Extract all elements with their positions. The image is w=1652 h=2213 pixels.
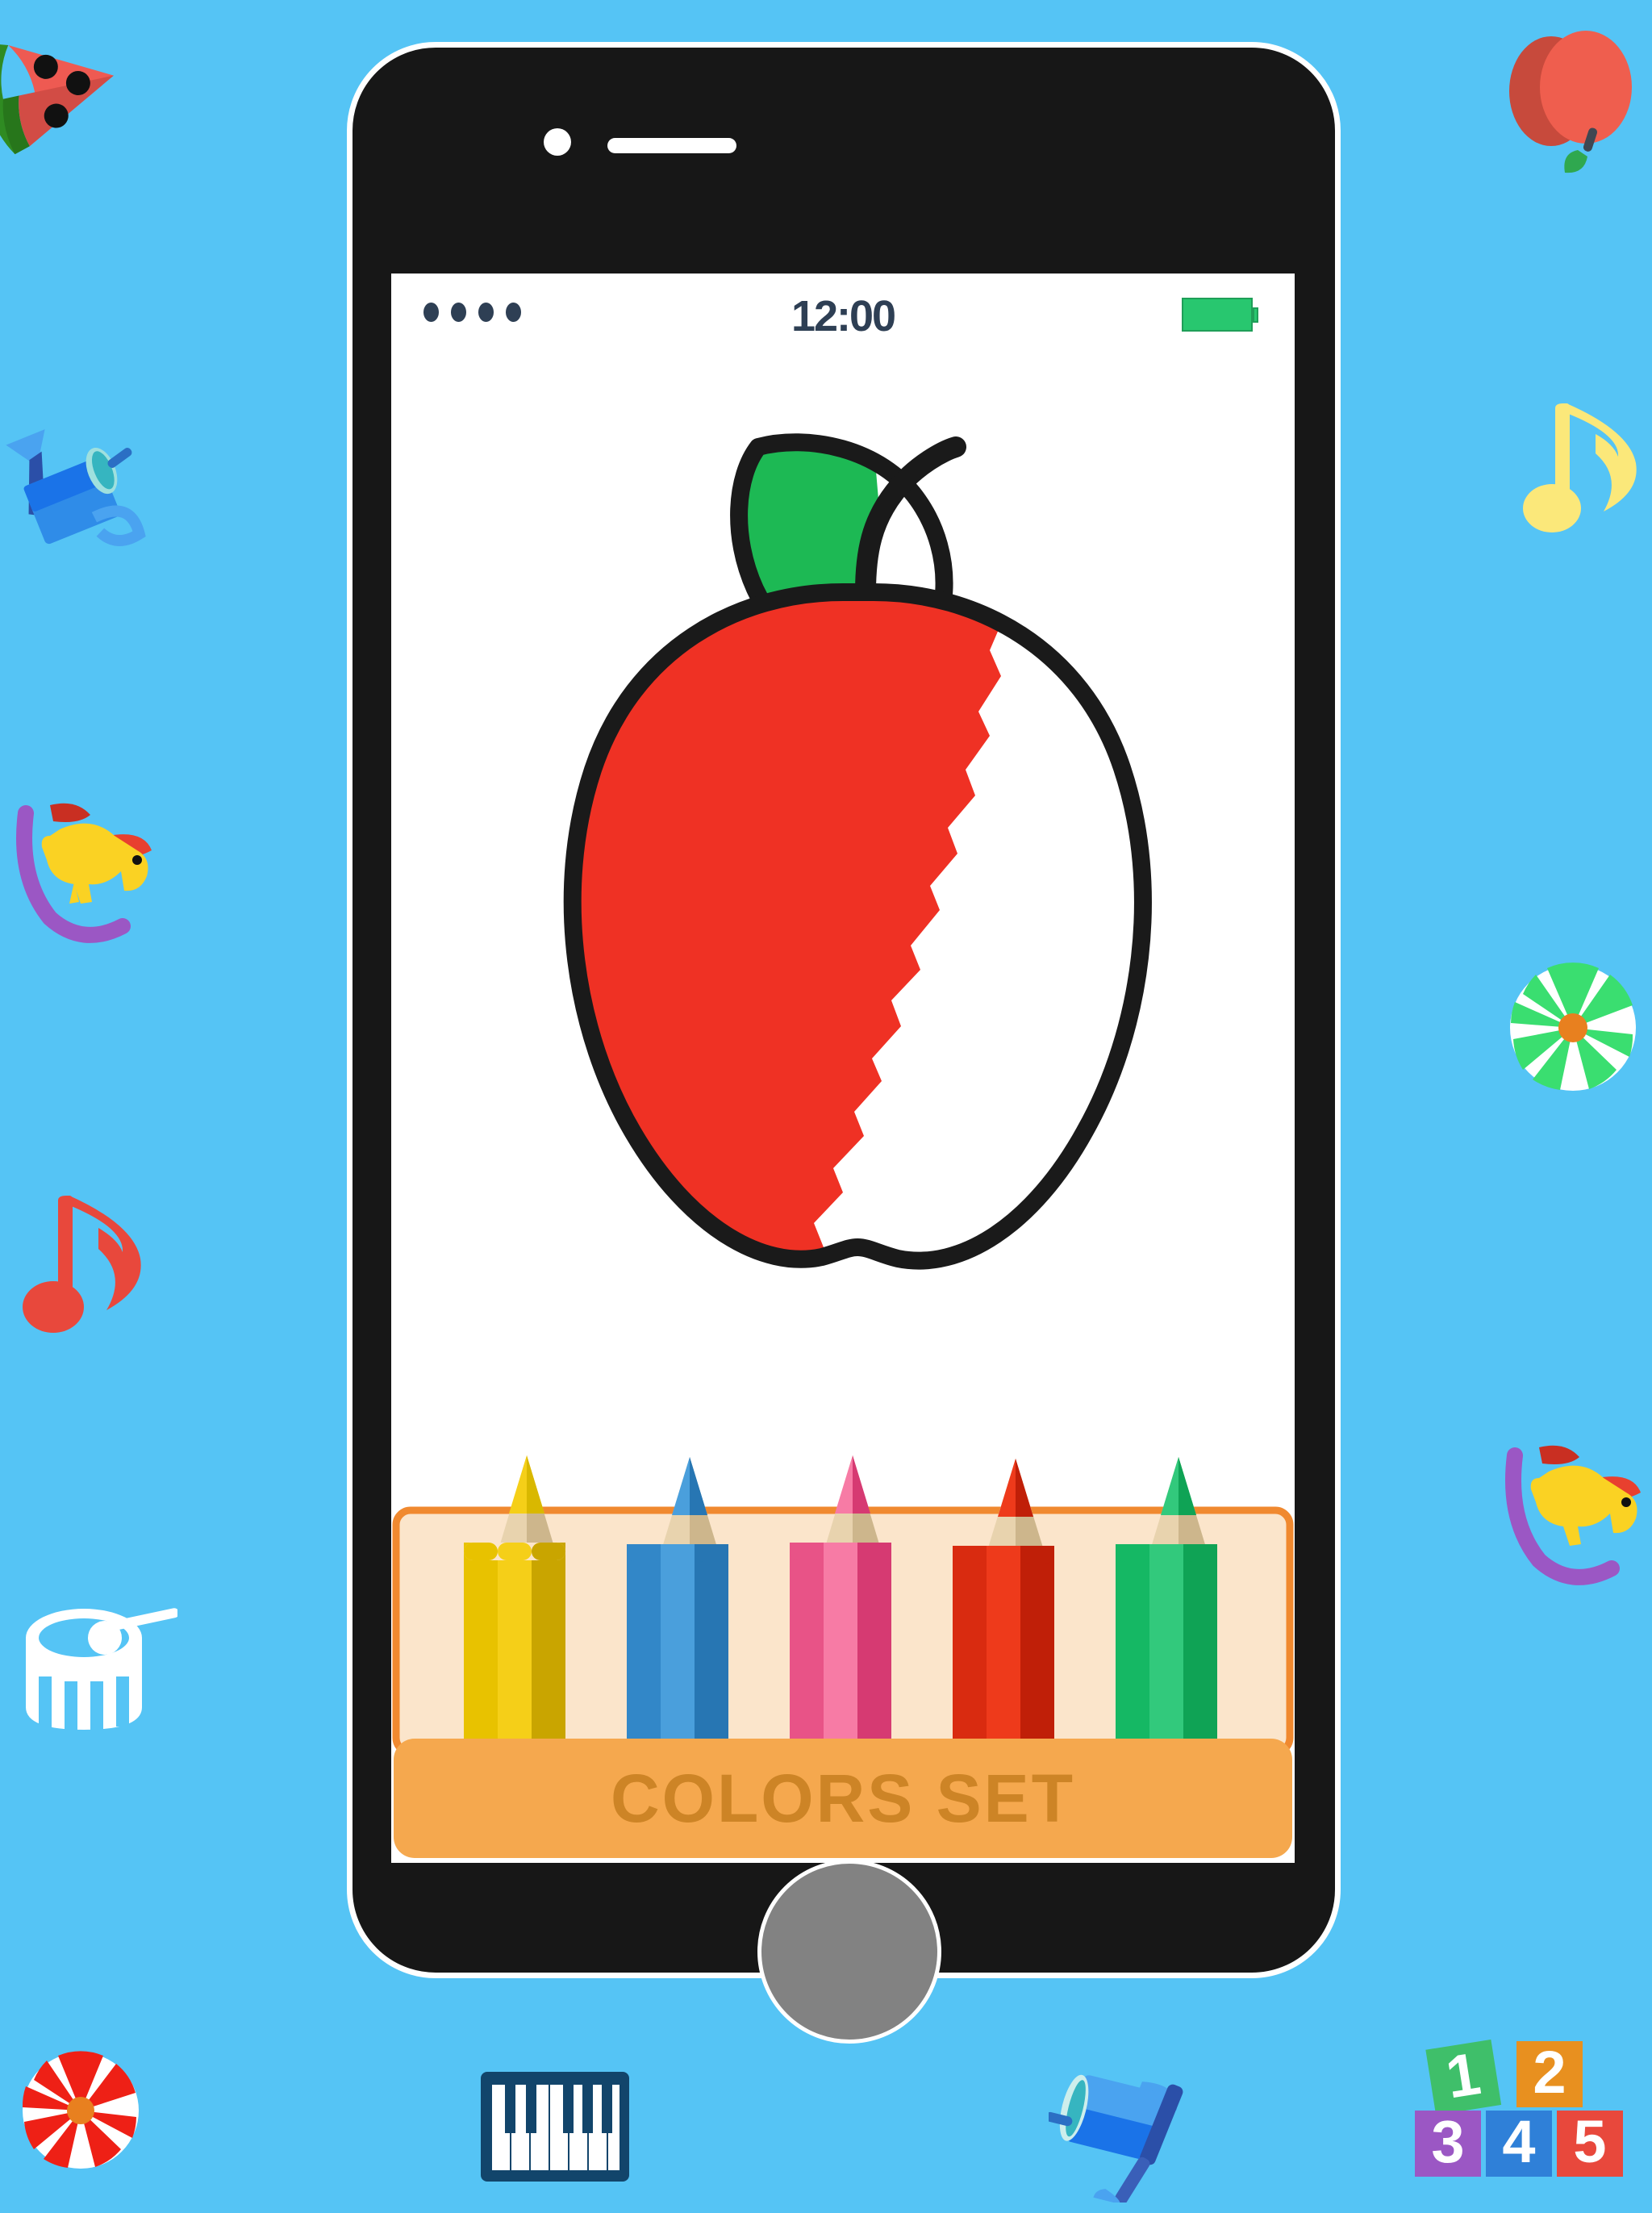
- coloring-canvas[interactable]: [391, 350, 1295, 1439]
- status-bar: 12:00: [391, 273, 1295, 350]
- green-pencil: [1116, 1457, 1217, 1754]
- front-camera-icon: [544, 128, 571, 156]
- home-button[interactable]: [757, 1860, 941, 2044]
- yellow-pencil: [464, 1455, 565, 1754]
- color-picker-tray[interactable]: COLORS SET: [391, 1423, 1295, 1863]
- red-pencil: [953, 1459, 1054, 1754]
- pink-pencil: [790, 1455, 891, 1754]
- blue-pencil: [627, 1457, 728, 1754]
- battery-cap-icon: [1253, 307, 1258, 323]
- phone-screen: 12:00 COLORS SET: [391, 273, 1295, 1863]
- battery-icon: [1182, 298, 1253, 332]
- status-clock: 12:00: [791, 292, 896, 340]
- apple-body: [563, 583, 1152, 1270]
- colors-set-button[interactable]: COLORS SET: [394, 1739, 1292, 1858]
- colors-set-label: COLORS SET: [610, 1760, 1076, 1836]
- earpiece-speaker-icon: [607, 138, 736, 153]
- phone-device: 12:00 COLORS SET: [347, 42, 1341, 2044]
